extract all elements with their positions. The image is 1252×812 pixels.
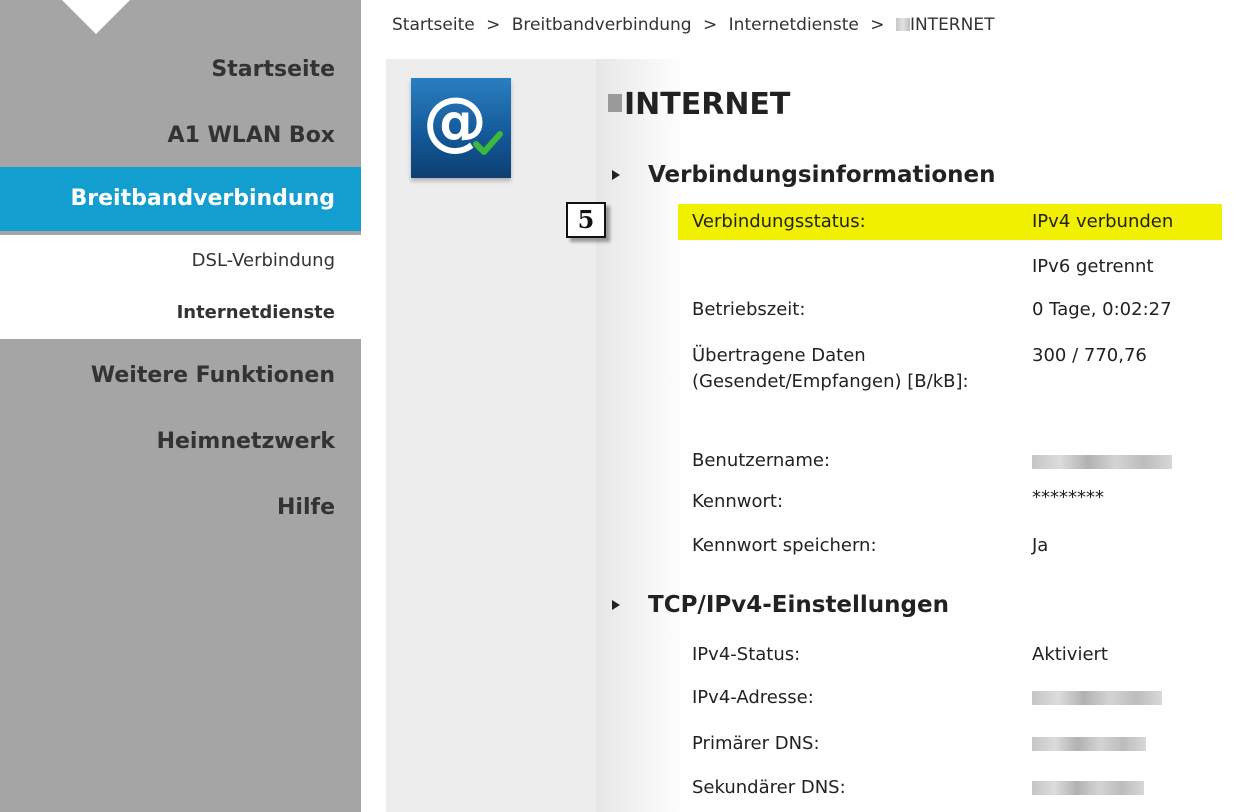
section-tcp-ipv4-einstellungen[interactable]: TCP/IPv4-Einstellungen xyxy=(612,592,949,618)
redacted-mark xyxy=(608,94,622,112)
redacted-primaerer-dns xyxy=(1032,737,1146,751)
value-verbindungsstatus: IPv4 verbunden xyxy=(1032,211,1174,232)
label-primaerer-dns: Primärer DNS: xyxy=(692,733,820,754)
triangle-right-icon xyxy=(612,170,620,180)
redacted-ipv4-adresse xyxy=(1032,691,1162,705)
breadcrumb-item-breitbandverbindung[interactable]: Breitbandverbindung xyxy=(512,15,692,35)
sidebar-subitem-internetdienste[interactable]: Internetdienste xyxy=(0,287,361,339)
breadcrumb-current: INTERNET xyxy=(909,15,995,35)
sidebar-subitem-dsl-verbindung[interactable]: DSL-Verbindung xyxy=(0,235,361,287)
label-betriebszeit: Betriebszeit: xyxy=(692,299,806,320)
content-panel: @ INTERNET Verbindungsinformationen 5 Ve… xyxy=(386,59,1252,812)
redacted-sekundaerer-dns xyxy=(1032,781,1144,795)
breadcrumb-item-startseite[interactable]: Startseite xyxy=(392,15,475,35)
breadcrumb-separator: > xyxy=(703,15,718,35)
label-benutzername: Benutzername: xyxy=(692,450,831,471)
sidebar-notch xyxy=(62,0,130,34)
sidebar-item-breitbandverbindung[interactable]: Breitbandverbindung xyxy=(0,167,361,231)
step-badge: 5 xyxy=(566,202,606,238)
breadcrumb: Startseite > Breitbandverbindung > Inter… xyxy=(392,15,994,35)
value-ipv6-status: IPv6 getrennt xyxy=(1032,256,1154,277)
internet-at-icon: @ xyxy=(411,78,511,178)
section-verbindungsinformationen[interactable]: Verbindungsinformationen xyxy=(612,162,996,188)
breadcrumb-item-internetdienste[interactable]: Internetdienste xyxy=(729,15,859,35)
sidebar-item-heimnetzwerk[interactable]: Heimnetzwerk xyxy=(0,420,361,464)
label-kennwort: Kennwort: xyxy=(692,491,784,512)
section-title: Verbindungsinformationen xyxy=(648,162,996,188)
label-verbindungsstatus: Verbindungsstatus: xyxy=(692,211,866,232)
check-icon xyxy=(473,131,503,155)
sidebar-item-hilfe[interactable]: Hilfe xyxy=(0,486,361,530)
section-title: TCP/IPv4-Einstellungen xyxy=(648,592,949,618)
redacted-mark xyxy=(895,18,910,31)
value-kennwort: ******** xyxy=(1032,487,1104,508)
label-ipv4-status: IPv4-Status: xyxy=(692,644,801,665)
page-title: INTERNET xyxy=(608,87,790,122)
breadcrumb-separator: > xyxy=(486,15,501,35)
label-uebertragene-daten: Übertragene Daten (Gesendet/Empfangen) [… xyxy=(692,345,969,392)
sidebar-item-a1-wlan-box[interactable]: A1 WLAN Box xyxy=(0,114,361,158)
breadcrumb-separator: > xyxy=(870,15,885,35)
triangle-right-icon xyxy=(612,600,620,610)
label-kennwort-speichern: Kennwort speichern: xyxy=(692,535,877,556)
sidebar-item-startseite[interactable]: Startseite xyxy=(0,48,361,92)
sidebar-item-weitere-funktionen[interactable]: Weitere Funktionen xyxy=(0,354,361,398)
value-betriebszeit: 0 Tage, 0:02:27 xyxy=(1032,299,1172,320)
value-uebertragene-daten: 300 / 770,76 xyxy=(1032,345,1147,366)
page-title-text: INTERNET xyxy=(624,87,791,122)
label-ipv4-adresse: IPv4-Adresse: xyxy=(692,687,814,708)
value-kennwort-speichern: Ja xyxy=(1032,535,1049,556)
sidebar: Startseite A1 WLAN Box Breitbandverbindu… xyxy=(0,0,361,812)
value-ipv4-status: Aktiviert xyxy=(1032,644,1108,665)
label-sekundaerer-dns: Sekundärer DNS: xyxy=(692,777,846,798)
redacted-benutzername xyxy=(1032,455,1172,469)
